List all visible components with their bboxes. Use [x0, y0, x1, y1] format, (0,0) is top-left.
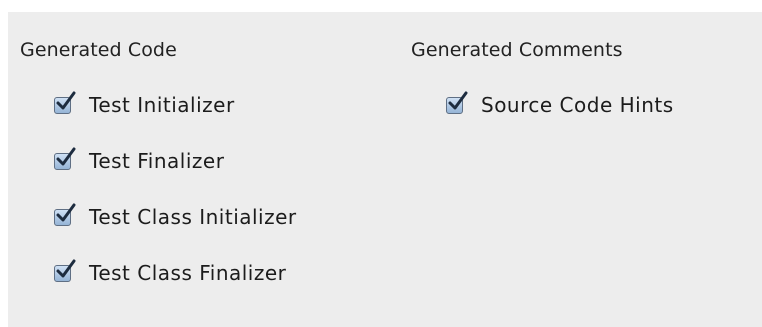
- checkmark-icon[interactable]: [54, 203, 76, 226]
- generated-comments-title: Generated Comments: [411, 39, 623, 61]
- test-class-initializer-checkbox[interactable]: Test Class Initializer: [54, 203, 297, 231]
- source-code-hints-label: Source Code Hints: [481, 93, 674, 117]
- checkmark-icon[interactable]: [54, 147, 76, 170]
- checkmark-icon[interactable]: [446, 91, 468, 114]
- test-initializer-checkbox[interactable]: Test Initializer: [54, 91, 235, 119]
- test-initializer-label: Test Initializer: [89, 93, 235, 117]
- test-class-initializer-label: Test Class Initializer: [89, 205, 297, 229]
- test-class-finalizer-label: Test Class Finalizer: [89, 261, 287, 285]
- checkmark-icon[interactable]: [54, 259, 76, 282]
- test-class-finalizer-checkbox[interactable]: Test Class Finalizer: [54, 259, 286, 287]
- checkmark-icon[interactable]: [54, 91, 76, 114]
- generated-code-title: Generated Code: [20, 39, 177, 61]
- test-finalizer-label: Test Finalizer: [89, 149, 225, 173]
- test-finalizer-checkbox[interactable]: Test Finalizer: [54, 147, 224, 175]
- source-code-hints-checkbox[interactable]: Source Code Hints: [446, 91, 674, 119]
- options-panel: Generated Code Test Initializer Test Fin…: [8, 12, 762, 327]
